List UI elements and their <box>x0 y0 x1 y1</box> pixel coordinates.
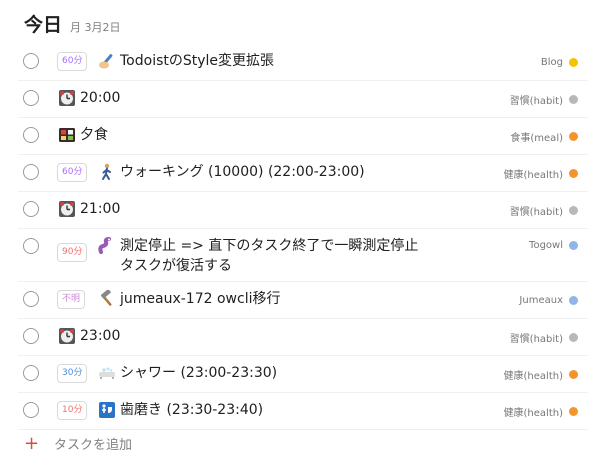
task-title: シャワー (23:00-23:30) <box>120 365 278 381</box>
project-color-dot <box>569 240 578 250</box>
project-label[interactable]: 習慣(habit) <box>510 81 578 117</box>
task-item[interactable]: 不明 jumeaux-172 owcli移行 Jumeaux <box>18 282 588 319</box>
task-item[interactable]: 60分 ウォーキング (10000) (22:00-23:00) 健康(health… <box>18 155 588 192</box>
task-item[interactable]: 10分 歯磨き (23:30-23:40) 健康(health) <box>18 393 588 430</box>
task-title: 23:00 <box>80 328 121 344</box>
task-item[interactable]: 90分 測定停止 => 直下のタスク終了で一瞬測定停止タスクが復活する Togowl <box>18 229 588 282</box>
task-title: 20:00 <box>80 90 121 106</box>
page-date: 月 3月2日 <box>70 21 121 34</box>
duration-badge: 不明 <box>57 290 86 309</box>
page-header: 今日 月 3月2日 <box>24 10 121 37</box>
project-label[interactable]: Togowl <box>529 229 578 261</box>
project-label[interactable]: 習慣(habit) <box>510 192 578 228</box>
task-item[interactable]: 23:00 習慣(habit) <box>18 319 588 356</box>
task-content[interactable]: シャワー (23:00-23:30) <box>98 363 428 383</box>
project-label[interactable]: Jumeaux <box>519 282 578 318</box>
project-color-dot <box>569 205 578 215</box>
alarm-clock-icon <box>58 327 76 345</box>
project-name: Jumeaux <box>519 294 563 306</box>
alarm-clock-icon <box>58 89 76 107</box>
project-label[interactable]: 習慣(habit) <box>510 319 578 355</box>
project-label[interactable]: Blog <box>541 44 578 80</box>
project-color-dot <box>569 94 578 104</box>
task-complete-checkbox[interactable] <box>23 127 39 143</box>
task-title: 夕食 <box>80 127 108 143</box>
task-item[interactable]: 20:00 習慣(habit) <box>18 81 588 118</box>
duration-badge: 60分 <box>57 163 88 182</box>
project-color-dot <box>569 131 578 141</box>
project-color-dot <box>569 57 578 67</box>
task-item[interactable]: 夕食 食事(meal) <box>18 118 588 155</box>
duration-badge: 90分 <box>57 243 88 262</box>
walking-person-icon <box>98 163 116 181</box>
task-complete-checkbox[interactable] <box>23 201 39 217</box>
task-content[interactable]: 20:00 <box>58 88 418 108</box>
project-name: 習慣(habit) <box>509 95 563 107</box>
project-label[interactable]: 食事(meal) <box>510 118 578 154</box>
task-complete-checkbox[interactable] <box>23 53 39 69</box>
writing-hand-icon <box>98 52 116 70</box>
task-item[interactable]: 60分 TodoistのStyle変更拡張 Blog <box>18 44 588 81</box>
task-content[interactable]: ウォーキング (10000) (22:00-23:00) <box>98 162 428 182</box>
task-content[interactable]: 23:00 <box>58 326 418 346</box>
project-name: 習慣(habit) <box>509 206 563 218</box>
task-list: 60分 TodoistのStyle変更拡張 Blog 20:00 習慣(habit) 夕食… <box>18 44 588 430</box>
task-complete-checkbox[interactable] <box>23 164 39 180</box>
project-name: 習慣(habit) <box>509 333 563 345</box>
project-color-dot <box>569 295 578 305</box>
task-complete-checkbox[interactable] <box>23 90 39 106</box>
task-complete-checkbox[interactable] <box>23 402 39 418</box>
task-content[interactable]: 夕食 <box>58 125 418 145</box>
project-name: Togowl <box>529 239 563 251</box>
task-content[interactable]: 21:00 <box>58 199 418 219</box>
hammer-icon <box>98 289 116 308</box>
task-complete-checkbox[interactable] <box>23 291 39 307</box>
duration-badge: 10分 <box>57 401 88 420</box>
project-name: 健康(health) <box>503 169 563 181</box>
bathtub-icon <box>98 364 116 382</box>
task-title: 測定停止 => 直下のタスク終了で一瞬測定停止タスクが復活する <box>120 238 419 274</box>
project-label[interactable]: 健康(health) <box>504 155 578 191</box>
duration-badge: 30分 <box>57 364 88 383</box>
project-name: Blog <box>540 56 563 68</box>
add-task-label: タスクを追加 <box>54 438 133 453</box>
alarm-clock-icon <box>58 200 76 218</box>
task-title: ウォーキング (10000) (22:00-23:00) <box>120 164 365 180</box>
task-title: 21:00 <box>80 201 121 217</box>
project-color-dot <box>569 406 578 416</box>
task-content[interactable]: 歯磨き (23:30-23:40) <box>98 400 428 420</box>
project-name: 食事(meal) <box>510 132 563 144</box>
project-color-dot <box>569 332 578 342</box>
bathroom-icon <box>98 401 116 419</box>
project-name: 健康(health) <box>503 407 563 419</box>
task-item[interactable]: 30分 シャワー (23:00-23:30) 健康(health) <box>18 356 588 393</box>
project-name: 健康(health) <box>503 370 563 382</box>
project-color-dot <box>569 369 578 379</box>
plus-icon: + <box>24 432 40 454</box>
project-color-dot <box>569 168 578 178</box>
add-task-button[interactable]: + タスクを追加 <box>24 434 132 453</box>
project-label[interactable]: 健康(health) <box>504 356 578 392</box>
task-content[interactable]: TodoistのStyle変更拡張 <box>98 51 428 71</box>
worm-icon <box>98 237 116 255</box>
task-item[interactable]: 21:00 習慣(habit) <box>18 192 588 229</box>
duration-badge: 60分 <box>57 52 88 71</box>
project-label[interactable]: 健康(health) <box>504 393 578 429</box>
task-content[interactable]: 測定停止 => 直下のタスク終了で一瞬測定停止タスクが復活する <box>98 236 428 276</box>
bento-box-icon <box>58 126 76 144</box>
task-title: 歯磨き (23:30-23:40) <box>120 402 264 418</box>
page-title: 今日 <box>24 14 63 36</box>
task-complete-checkbox[interactable] <box>23 365 39 381</box>
task-content[interactable]: jumeaux-172 owcli移行 <box>98 289 428 309</box>
task-complete-checkbox[interactable] <box>23 238 39 254</box>
task-title: TodoistのStyle変更拡張 <box>120 53 275 69</box>
task-complete-checkbox[interactable] <box>23 328 39 344</box>
task-title: jumeaux-172 owcli移行 <box>120 291 281 307</box>
